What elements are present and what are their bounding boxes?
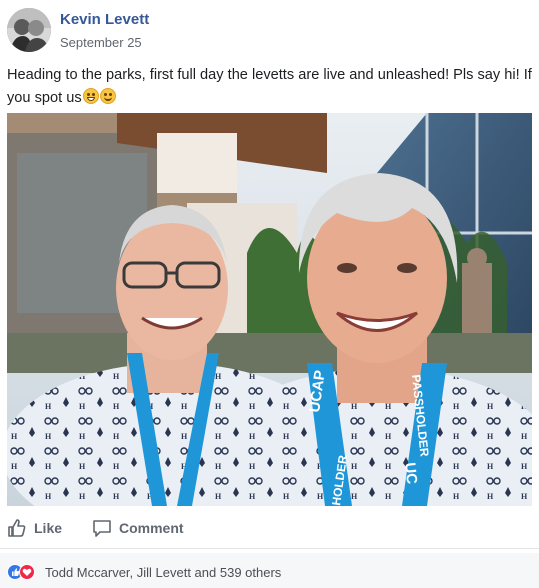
post-timestamp[interactable]: September 25 [60,35,142,50]
post-action-bar: Like Comment [0,507,539,549]
post-header: Kevin Levett September 25 [7,8,307,54]
selfie-photo-illustration: H [7,113,532,506]
comment-icon [93,520,111,537]
comment-button[interactable]: Comment [92,518,202,538]
feed-post: Kevin Levett September 25 Heading to the… [0,0,539,588]
post-photo[interactable]: H [7,113,532,506]
author-name-link[interactable]: Kevin Levett [60,11,149,28]
like-button[interactable]: Like [7,518,77,538]
lanyard-uc-text: UC [401,462,420,485]
reaction-icons [7,564,39,580]
post-text: Heading to the parks, first full day the… [7,64,532,110]
reactions-summary[interactable]: Todd Mccarver, Jill Levett and 539 other… [0,553,539,588]
grinning-squinting-face-emoji-icon [82,88,99,104]
author-avatar[interactable] [7,8,51,52]
slightly-smiling-face-emoji-icon [99,88,116,104]
comment-label: Comment [119,520,184,536]
love-reaction-icon [19,564,35,580]
reactions-text[interactable]: Todd Mccarver, Jill Levett and 539 other… [45,565,281,580]
avatar-image [7,8,51,52]
thumbs-up-icon [8,519,26,537]
like-label: Like [34,520,63,536]
